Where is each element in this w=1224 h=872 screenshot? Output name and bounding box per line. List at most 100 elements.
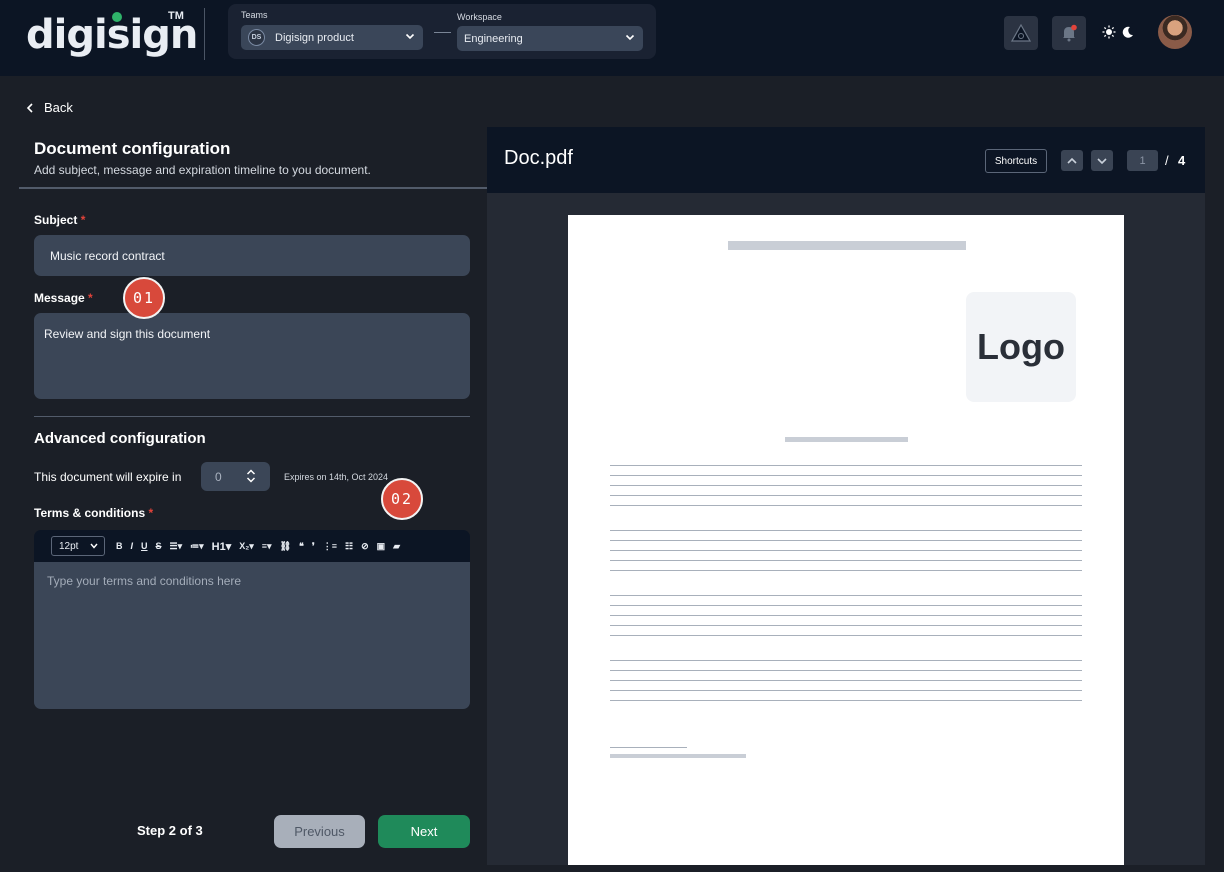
text-line <box>610 670 1082 671</box>
page-number-input[interactable]: 1 <box>1127 150 1158 171</box>
link-icon[interactable]: ⛓ <box>280 541 291 552</box>
checklist-icon[interactable]: ☷ <box>345 541 353 552</box>
text-line <box>610 560 1082 561</box>
team-select[interactable]: DS Digisign product <box>241 25 423 50</box>
folder-icon[interactable]: ▰ <box>393 541 400 552</box>
italic-icon[interactable]: I <box>131 541 134 551</box>
workspace-select[interactable]: Engineering <box>457 26 643 51</box>
sun-icon <box>1102 25 1116 39</box>
advanced-divider <box>34 416 470 417</box>
logo-triangle-icon <box>1011 24 1031 42</box>
required-mark: * <box>88 291 93 305</box>
comma-icon[interactable]: ❜ <box>312 541 315 552</box>
previous-button[interactable]: Previous <box>274 815 365 848</box>
underline-icon[interactable]: U <box>141 541 148 551</box>
terms-editor[interactable]: Type your terms and conditions here <box>34 562 470 709</box>
text-line <box>610 680 1082 681</box>
text-line <box>610 475 1082 476</box>
message-label-text: Message <box>34 291 85 305</box>
subject-input[interactable]: Music record contract <box>34 235 470 276</box>
advanced-config-title: Advanced configuration <box>34 430 206 447</box>
shortcuts-button[interactable]: Shortcuts <box>985 149 1047 173</box>
next-button[interactable]: Next <box>378 815 470 848</box>
team-select-value: Digisign product <box>275 31 354 44</box>
doc-heading-placeholder <box>785 437 908 442</box>
team-avatar: DS <box>248 29 265 46</box>
document-preview: Doc.pdf Shortcuts 1 / 4 Logo <box>487 127 1205 865</box>
page-title: Document configuration <box>34 139 231 158</box>
text-line <box>610 660 1082 661</box>
brand-trademark: TM <box>168 10 184 22</box>
text-line <box>610 505 1082 506</box>
text-line <box>610 530 1082 531</box>
chevron-down-icon <box>625 34 635 41</box>
expire-days-stepper[interactable]: 0 <box>201 462 270 491</box>
chevron-left-icon <box>26 102 33 113</box>
align-icon[interactable]: ☰▾ <box>170 541 183 552</box>
indent-icon[interactable]: ≡▾ <box>262 541 272 552</box>
signature-line <box>610 747 687 748</box>
text-line <box>610 465 1082 466</box>
bell-icon <box>1063 24 1077 42</box>
text-line <box>610 700 1082 701</box>
subscript-icon[interactable]: X₂▾ <box>239 541 254 552</box>
required-mark: * <box>80 213 86 227</box>
strikethrough-icon[interactable]: S <box>156 541 162 551</box>
annotation-badge-01: 01 <box>123 277 165 319</box>
ordered-list-icon[interactable]: ⋮≡ <box>323 541 337 552</box>
user-avatar[interactable] <box>1158 15 1192 49</box>
bold-icon[interactable]: B <box>116 541 123 551</box>
expires-date-note: Expires on 14th, Oct 2024 <box>284 472 389 482</box>
quote-icon[interactable]: ❝ <box>299 541 304 552</box>
text-line <box>610 595 1082 596</box>
back-label: Back <box>44 100 73 115</box>
terms-placeholder: Type your terms and conditions here <box>47 574 242 588</box>
text-line <box>610 605 1082 606</box>
product-switch-button[interactable] <box>1004 16 1038 50</box>
chevron-down-icon <box>90 543 98 549</box>
preview-header: Doc.pdf Shortcuts 1 / 4 <box>487 127 1205 193</box>
text-line <box>610 540 1082 541</box>
expire-label: This document will expire in <box>34 470 182 484</box>
message-label: Message * <box>34 291 93 305</box>
theme-toggle[interactable] <box>1099 22 1137 42</box>
doc-logo-placeholder: Logo <box>966 292 1076 402</box>
workspace-select-value: Engineering <box>464 32 523 45</box>
prev-page-button[interactable] <box>1061 150 1083 171</box>
selector-dash <box>434 32 451 33</box>
text-line <box>610 690 1082 691</box>
text-line <box>610 495 1082 496</box>
message-textarea[interactable]: Review and sign this document <box>34 313 470 399</box>
subject-label: Subject * <box>34 213 85 227</box>
terms-label-text: Terms & conditions <box>34 506 146 520</box>
page-subtitle: Add subject, message and expiration time… <box>34 163 371 177</box>
workspace-label: Workspace <box>457 12 502 22</box>
page-total: 4 <box>1178 153 1186 168</box>
font-size-select[interactable]: 12pt <box>51 536 105 556</box>
chevron-down-icon <box>1097 157 1107 164</box>
moon-icon <box>1122 26 1133 38</box>
attachment-icon[interactable]: ⊘ <box>361 541 369 552</box>
required-mark: * <box>148 506 154 520</box>
chevron-up-icon <box>1067 157 1077 164</box>
teams-label: Teams <box>241 10 268 20</box>
notifications-button[interactable] <box>1052 16 1086 50</box>
back-link[interactable]: Back <box>26 100 73 115</box>
top-bar: digisign TM Teams DS Digisign product Wo… <box>0 0 1224 76</box>
up-down-chevron-icon[interactable] <box>246 469 256 483</box>
section-divider <box>19 187 487 189</box>
annotation-badge-02: 02 <box>381 478 423 520</box>
signature-name-placeholder <box>610 754 746 758</box>
next-page-button[interactable] <box>1091 150 1113 171</box>
heading-icon[interactable]: H1▾ <box>212 540 232 553</box>
text-line <box>610 570 1082 571</box>
header-divider <box>204 8 205 60</box>
document-name: Doc.pdf <box>504 147 573 169</box>
bullet-list-icon[interactable]: ≔▾ <box>190 541 204 552</box>
page-separator: / <box>1165 153 1169 168</box>
text-line <box>610 485 1082 486</box>
image-icon[interactable]: ▣ <box>377 541 386 552</box>
expire-days-value: 0 <box>215 470 222 484</box>
text-line <box>610 625 1082 626</box>
subject-input-value: Music record contract <box>50 249 165 263</box>
